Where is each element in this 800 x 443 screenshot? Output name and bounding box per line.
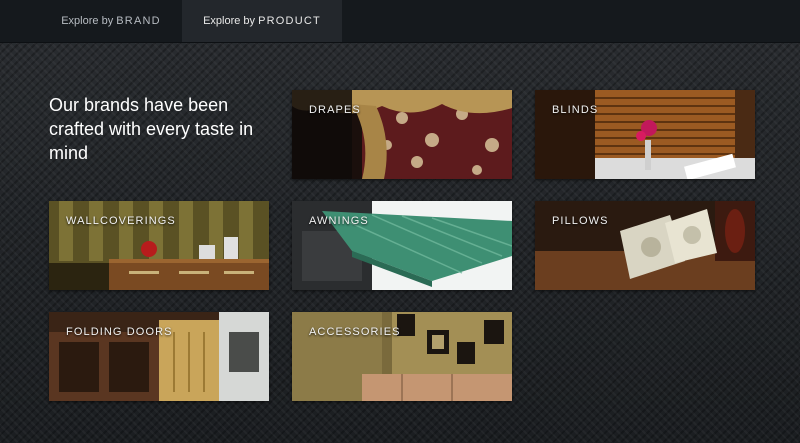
tab-prefix: Explore by bbox=[61, 15, 114, 27]
tab-strong-label: BRAND bbox=[116, 15, 161, 27]
tab-explore-by-product[interactable]: Explore by PRODUCT bbox=[182, 0, 342, 42]
tile-label: BLINDS bbox=[552, 104, 599, 116]
tile-label: AWNINGS bbox=[309, 215, 369, 227]
product-tile-drapes[interactable]: DRAPES bbox=[292, 90, 512, 179]
tile-label: WALLCOVERINGS bbox=[66, 215, 176, 227]
tab-explore-by-brand[interactable]: Explore by BRAND bbox=[40, 0, 182, 42]
product-tile-awnings[interactable]: AWNINGS bbox=[292, 201, 512, 290]
product-tile-accessories[interactable]: ACCESSORIES bbox=[292, 312, 512, 401]
tile-label: ACCESSORIES bbox=[309, 326, 401, 338]
product-tile-folding-doors[interactable]: FOLDING DOORS bbox=[49, 312, 269, 401]
tile-label: FOLDING DOORS bbox=[66, 326, 173, 338]
tile-label: DRAPES bbox=[309, 104, 361, 116]
product-tile-wallcoverings[interactable]: WALLCOVERINGS bbox=[49, 201, 269, 290]
product-tile-pillows[interactable]: PILLOWS bbox=[535, 201, 755, 290]
tab-strong-label: PRODUCT bbox=[258, 15, 321, 27]
product-tile-blinds[interactable]: BLINDS bbox=[535, 90, 755, 179]
top-nav-bar: Explore by BRAND Explore by PRODUCT bbox=[0, 0, 800, 43]
tab-prefix: Explore by bbox=[203, 15, 256, 27]
tile-label: PILLOWS bbox=[552, 215, 609, 227]
intro-heading: Our brands have been crafted with every … bbox=[49, 95, 254, 163]
